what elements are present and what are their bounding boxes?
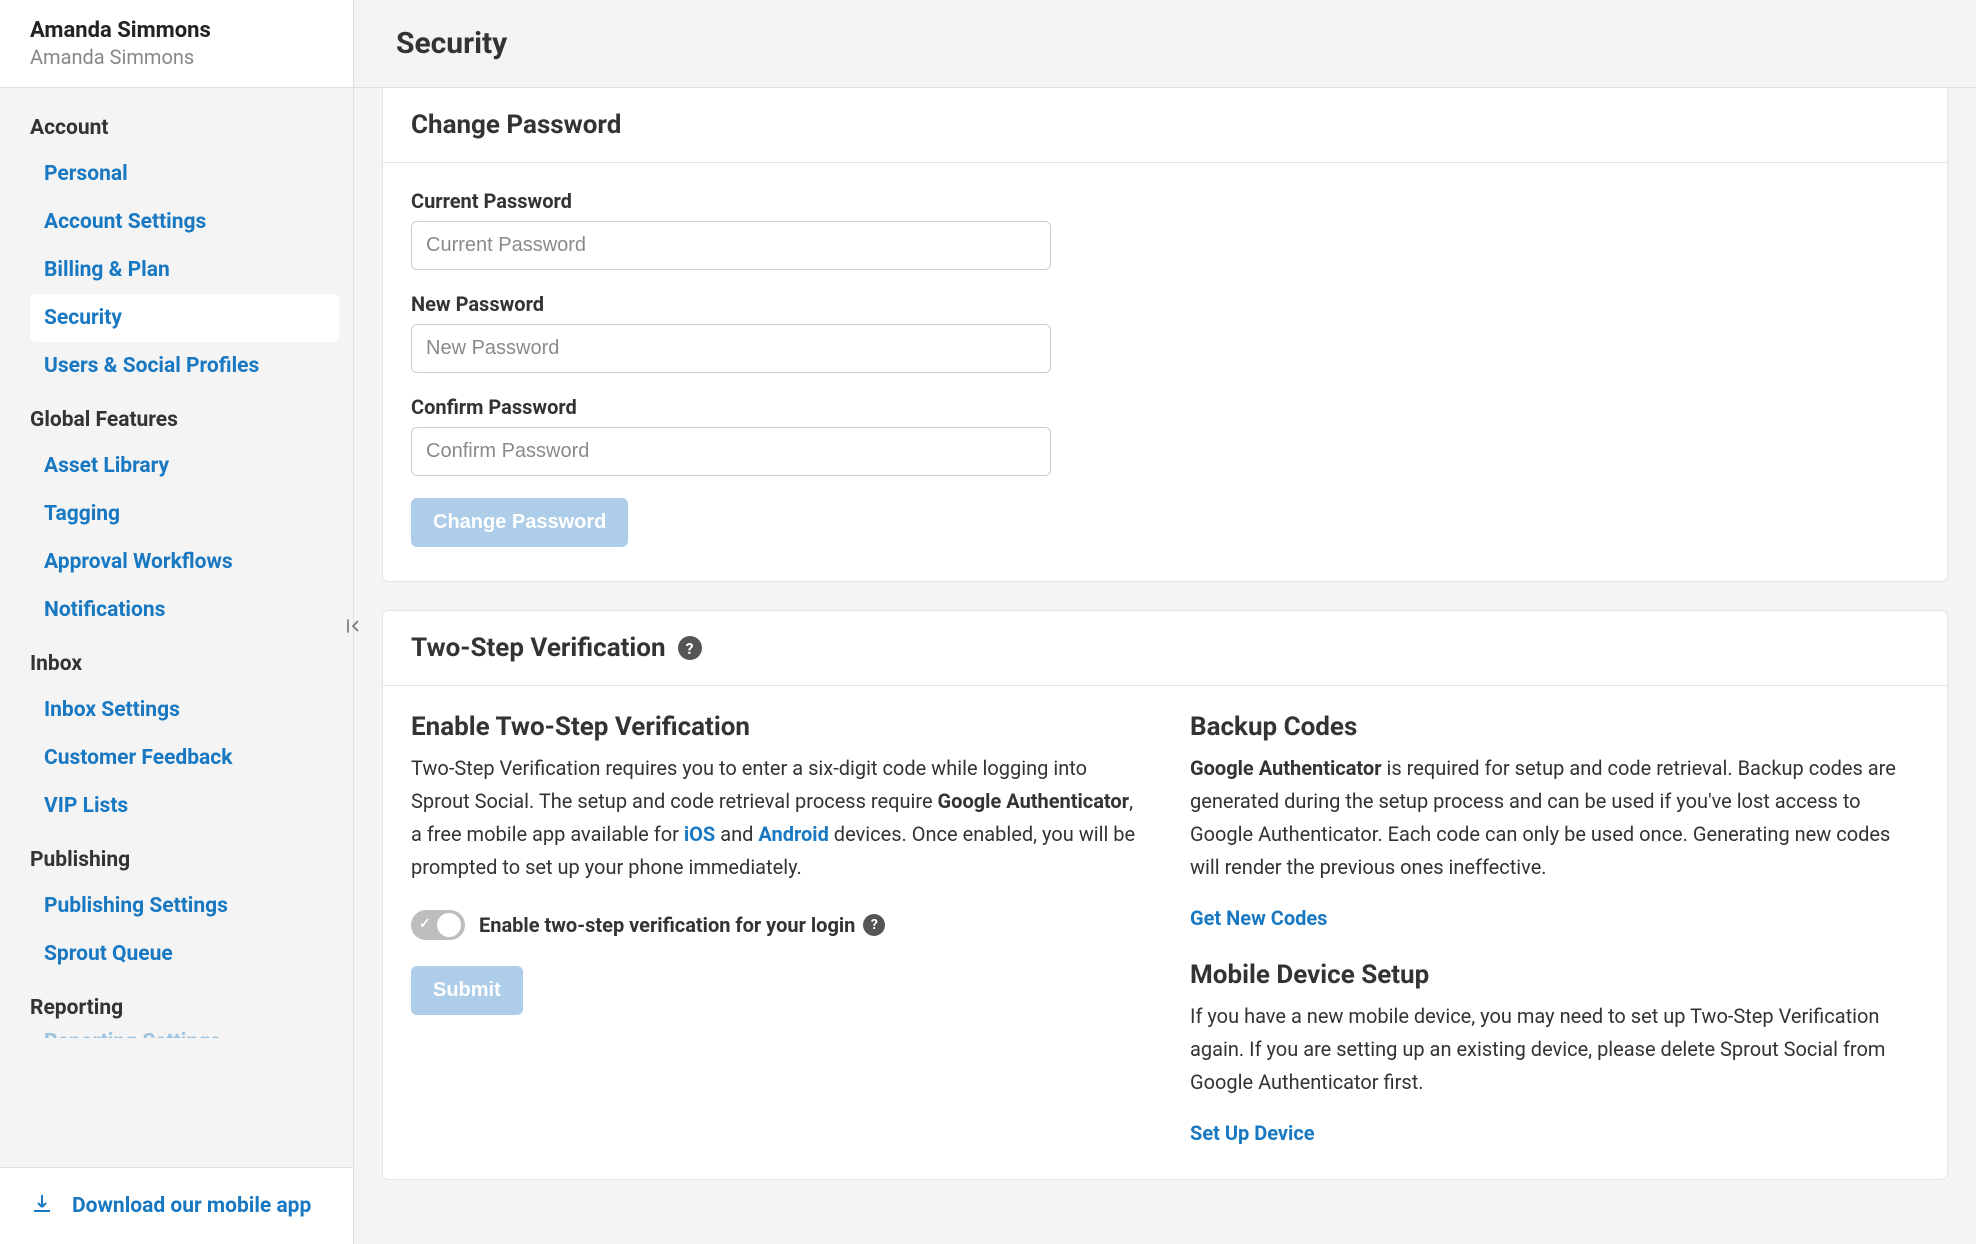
download-app-label: Download our mobile app: [72, 1194, 311, 1218]
ios-link[interactable]: iOS: [684, 822, 715, 846]
toggle-knob: [437, 913, 461, 937]
sidebar-body: Account Personal Account Settings Billin…: [0, 88, 353, 1167]
sidebar-section-inbox: Inbox: [30, 652, 339, 676]
help-icon[interactable]: ?: [863, 914, 885, 936]
new-password-input[interactable]: [411, 324, 1051, 373]
sidebar-item-users-profiles[interactable]: Users & Social Profiles: [30, 342, 339, 390]
main: Security Change Password Current Passwor…: [354, 0, 1976, 1244]
download-app-link[interactable]: Download our mobile app: [0, 1167, 353, 1244]
current-password-label: Current Password: [411, 189, 1919, 213]
two-step-header: Two-Step Verification ?: [383, 611, 1947, 686]
sidebar-item-publishing-settings[interactable]: Publishing Settings: [30, 882, 339, 930]
download-icon: [30, 1192, 54, 1220]
confirm-password-label: Confirm Password: [411, 395, 1919, 419]
sidebar-section-global: Global Features: [30, 408, 339, 432]
sidebar-item-reporting-settings[interactable]: Reporting Settings: [30, 1030, 339, 1038]
two-step-card: Two-Step Verification ? Enable Two-Step …: [382, 610, 1948, 1180]
sidebar-item-asset-library[interactable]: Asset Library: [30, 442, 339, 490]
sidebar-item-approval-workflows[interactable]: Approval Workflows: [30, 538, 339, 586]
backup-codes-heading: Backup Codes: [1190, 712, 1919, 742]
change-password-card: Change Password Current Password New Pas…: [382, 88, 1948, 582]
mobile-device-description: If you have a new mobile device, you may…: [1190, 1000, 1919, 1099]
sidebar-item-inbox-settings[interactable]: Inbox Settings: [30, 686, 339, 734]
collapse-sidebar-button[interactable]: [339, 614, 367, 642]
sidebar-item-account-settings[interactable]: Account Settings: [30, 198, 339, 246]
help-icon[interactable]: ?: [678, 636, 702, 660]
two-step-submit-button[interactable]: Submit: [411, 966, 523, 1015]
sidebar-item-tagging[interactable]: Tagging: [30, 490, 339, 538]
get-new-codes-link[interactable]: Get New Codes: [1190, 906, 1327, 930]
two-step-toggle[interactable]: ✓: [411, 910, 465, 940]
current-password-input[interactable]: [411, 221, 1051, 270]
sidebar-item-personal[interactable]: Personal: [30, 150, 339, 198]
page-header: Security: [354, 0, 1976, 88]
sidebar-section-reporting: Reporting: [30, 996, 339, 1020]
sidebar-item-security[interactable]: Security: [30, 294, 339, 342]
confirm-password-input[interactable]: [411, 427, 1051, 476]
page-title: Security: [396, 26, 1934, 61]
user-subname: Amanda Simmons: [30, 45, 323, 69]
sidebar-section-publishing: Publishing: [30, 848, 339, 872]
enable-two-step-description: Two-Step Verification requires you to en…: [411, 752, 1140, 884]
change-password-button[interactable]: Change Password: [411, 498, 628, 547]
collapse-icon: [343, 616, 363, 640]
backup-codes-description: Google Authenticator is required for set…: [1190, 752, 1919, 884]
new-password-label: New Password: [411, 292, 1919, 316]
sidebar-item-billing[interactable]: Billing & Plan: [30, 246, 339, 294]
sidebar-item-notifications[interactable]: Notifications: [30, 586, 339, 634]
sidebar-section-account: Account: [30, 116, 339, 140]
sidebar-item-vip-lists[interactable]: VIP Lists: [30, 782, 339, 830]
mobile-device-heading: Mobile Device Setup: [1190, 960, 1919, 990]
set-up-device-link[interactable]: Set Up Device: [1190, 1121, 1315, 1145]
sidebar-item-sprout-queue[interactable]: Sprout Queue: [30, 930, 339, 978]
two-step-heading: Two-Step Verification: [411, 633, 666, 663]
sidebar-item-customer-feedback[interactable]: Customer Feedback: [30, 734, 339, 782]
user-name: Amanda Simmons: [30, 18, 323, 43]
sidebar-user-block: Amanda Simmons Amanda Simmons: [0, 0, 353, 88]
two-step-toggle-label: Enable two-step verification for your lo…: [479, 913, 885, 937]
change-password-header: Change Password: [383, 88, 1947, 163]
enable-two-step-section: Enable Two-Step Verification Two-Step Ve…: [411, 712, 1140, 1145]
main-content: Change Password Current Password New Pas…: [354, 88, 1976, 1244]
backup-codes-section: Backup Codes Google Authenticator is req…: [1190, 712, 1919, 1145]
check-icon: ✓: [419, 916, 431, 932]
change-password-heading: Change Password: [411, 110, 621, 140]
enable-two-step-heading: Enable Two-Step Verification: [411, 712, 1140, 742]
sidebar: Amanda Simmons Amanda Simmons Account Pe…: [0, 0, 354, 1244]
android-link[interactable]: Android: [758, 822, 828, 846]
